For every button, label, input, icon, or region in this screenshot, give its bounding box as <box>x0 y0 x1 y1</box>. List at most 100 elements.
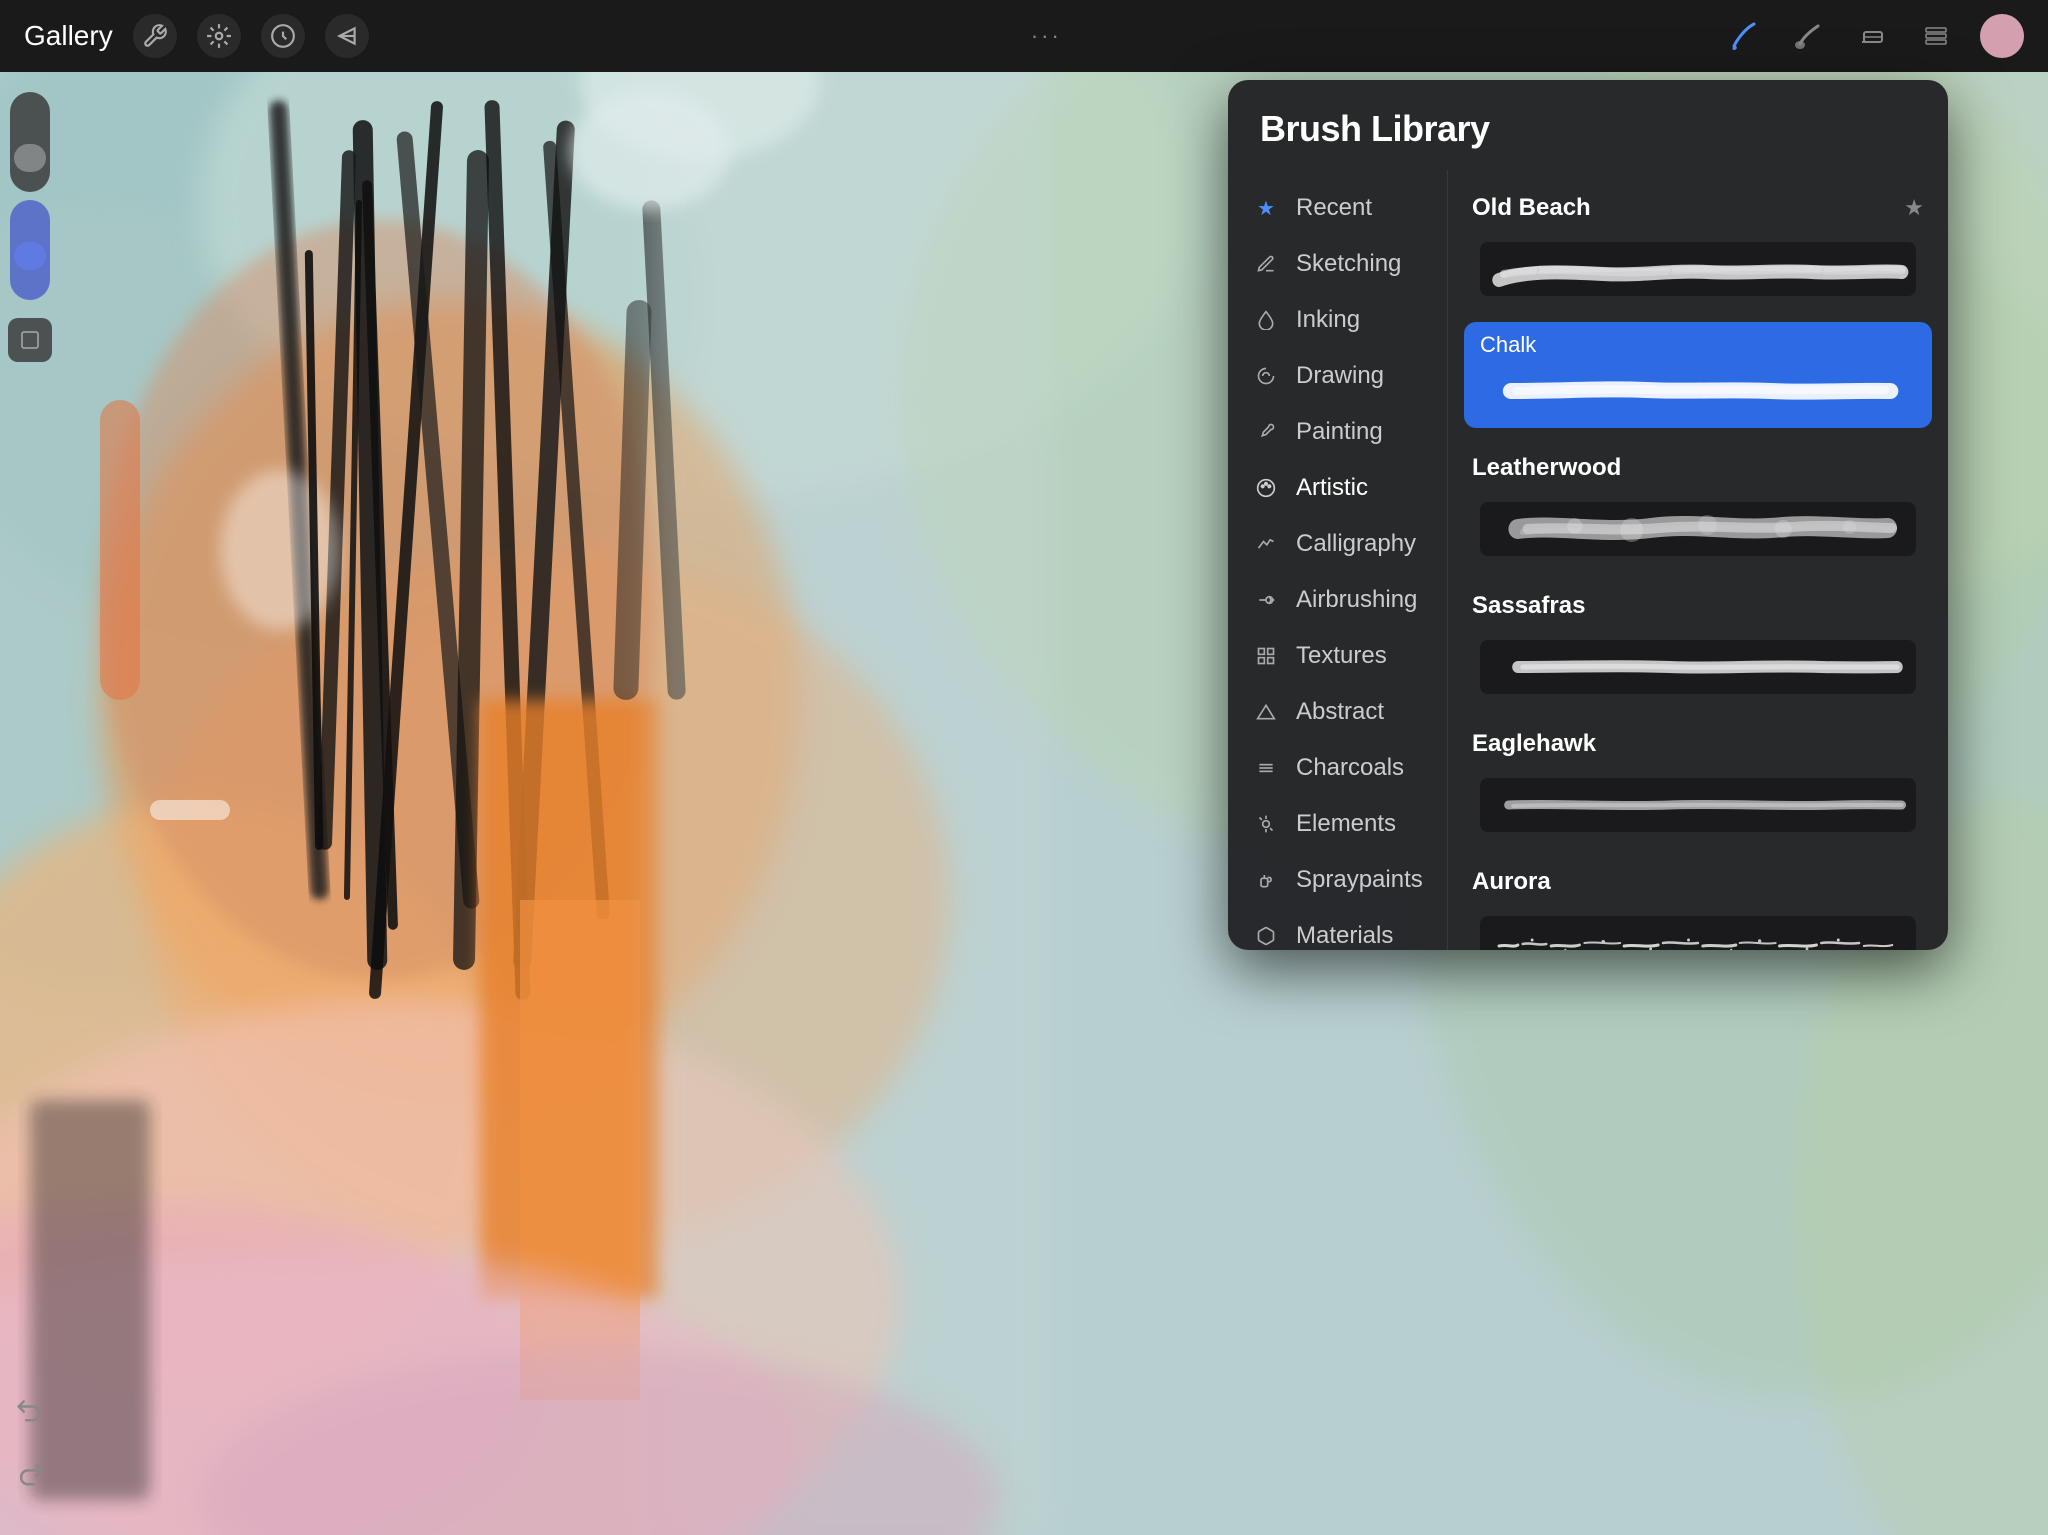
palette-icon <box>1252 474 1280 502</box>
star-icon: ★ <box>1252 194 1280 222</box>
category-item-charcoals[interactable]: Charcoals <box>1228 740 1447 796</box>
brush-section-aurora: Aurora <box>1448 852 1948 950</box>
brush-item-sassafras[interactable] <box>1448 624 1948 710</box>
brush-library-panel: Brush Library ★ Recent Sketching <box>1228 80 1948 950</box>
redo-button[interactable] <box>8 1451 52 1495</box>
undo-button[interactable] <box>8 1387 52 1431</box>
wrench-icon[interactable] <box>133 14 177 58</box>
brush-section-header-aurora: Aurora <box>1448 852 1948 900</box>
category-label-abstract: Abstract <box>1296 698 1384 726</box>
brush-section-header-old-beach: Old Beach ★ <box>1448 178 1948 226</box>
brush-section-old-beach: Old Beach ★ <box>1448 178 1948 312</box>
brush-list: Old Beach ★ <box>1448 170 1948 950</box>
category-item-drawing[interactable]: Drawing <box>1228 348 1447 404</box>
spray-icon <box>1252 866 1280 894</box>
category-label-calligraphy: Calligraphy <box>1296 530 1416 558</box>
left-sidebar <box>0 72 60 1535</box>
airbrush-icon <box>1252 586 1280 614</box>
category-list: ★ Recent Sketching Inking <box>1228 170 1448 950</box>
old-beach-star[interactable]: ★ <box>1904 195 1924 221</box>
opacity-slider[interactable] <box>10 200 50 300</box>
brush-section-header-leatherwood: Leatherwood <box>1448 438 1948 486</box>
category-label-drawing: Drawing <box>1296 362 1384 390</box>
category-item-recent[interactable]: ★ Recent <box>1228 180 1447 236</box>
category-label-painting: Painting <box>1296 418 1383 446</box>
brush-section-header-sassafras: Sassafras <box>1448 576 1948 624</box>
leatherwood-title: Leatherwood <box>1472 454 1621 482</box>
charcoal-icon <box>1252 754 1280 782</box>
opacity-slider-container <box>10 200 50 300</box>
category-item-abstract[interactable]: Abstract <box>1228 684 1447 740</box>
brush-item-inner-chalk: Chalk <box>1464 322 1932 428</box>
brush-size-slider-container <box>10 92 50 192</box>
gallery-button[interactable]: Gallery <box>24 20 113 52</box>
category-item-painting[interactable]: Painting <box>1228 404 1447 460</box>
stylize-icon[interactable] <box>261 14 305 58</box>
chalk-name: Chalk <box>1480 332 1916 358</box>
transform-icon[interactable] <box>325 14 369 58</box>
panel-title: Brush Library <box>1260 108 1916 150</box>
topbar-left: Gallery <box>24 14 369 58</box>
category-label-inking: Inking <box>1296 306 1360 334</box>
brush-section-chalk: Chalk <box>1448 316 1948 434</box>
brush-section-leatherwood: Leatherwood <box>1448 438 1948 572</box>
brush-item-inner-eaglehawk <box>1464 768 1932 842</box>
brush-preview-old-beach <box>1480 242 1916 296</box>
color-swatch-button[interactable] <box>8 318 52 362</box>
category-item-elements[interactable]: Elements <box>1228 796 1447 852</box>
textures-icon <box>1252 642 1280 670</box>
topbar-right <box>1724 14 2024 58</box>
category-label-recent: Recent <box>1296 194 1372 222</box>
sassafras-title: Sassafras <box>1472 592 1585 620</box>
brush-item-aurora[interactable] <box>1448 900 1948 950</box>
ink-drop-icon <box>1252 306 1280 334</box>
category-label-charcoals: Charcoals <box>1296 754 1404 782</box>
aurora-title: Aurora <box>1472 868 1551 896</box>
category-label-airbrushing: Airbrushing <box>1296 586 1417 614</box>
brush-item-eaglehawk[interactable] <box>1448 762 1948 848</box>
adjustments-icon[interactable] <box>197 14 241 58</box>
panel-header: Brush Library <box>1228 80 1948 170</box>
user-avatar[interactable] <box>1980 14 2024 58</box>
category-item-materials[interactable]: Materials <box>1228 908 1447 950</box>
category-item-sketching[interactable]: Sketching <box>1228 236 1447 292</box>
more-options-button[interactable]: ··· <box>1031 23 1062 49</box>
category-label-elements: Elements <box>1296 810 1396 838</box>
brush-tool-button[interactable] <box>1724 16 1764 56</box>
category-label-textures: Textures <box>1296 642 1387 670</box>
brush-item-old-beach[interactable] <box>1448 226 1948 312</box>
category-label-spraypaints: Spraypaints <box>1296 866 1423 894</box>
brush-section-header-eaglehawk: Eaglehawk <box>1448 714 1948 762</box>
category-item-calligraphy[interactable]: Calligraphy <box>1228 516 1447 572</box>
brush-item-inner-old-beach <box>1464 232 1932 306</box>
category-label-artistic: Artistic <box>1296 474 1368 502</box>
brush-item-inner-aurora <box>1464 906 1932 950</box>
layers-tool-button[interactable] <box>1916 16 1956 56</box>
category-item-airbrushing[interactable]: Airbrushing <box>1228 572 1447 628</box>
topbar: Gallery ··· <box>0 0 2048 72</box>
brush-item-inner-leatherwood <box>1464 492 1932 566</box>
cube-icon <box>1252 922 1280 950</box>
brush-item-leatherwood[interactable] <box>1448 486 1948 572</box>
brush-section-eaglehawk: Eaglehawk <box>1448 714 1948 848</box>
brush-preview-chalk <box>1480 364 1916 418</box>
eraser-tool-button[interactable] <box>1852 16 1892 56</box>
brush-size-slider[interactable] <box>10 92 50 192</box>
old-beach-title: Old Beach <box>1472 194 1591 222</box>
smudge-tool-button[interactable] <box>1788 16 1828 56</box>
category-label-sketching: Sketching <box>1296 250 1401 278</box>
brush-item-chalk[interactable]: Chalk <box>1448 316 1948 434</box>
category-item-spraypaints[interactable]: Spraypaints <box>1228 852 1447 908</box>
paintbrush-icon <box>1252 418 1280 446</box>
triangle-icon <box>1252 698 1280 726</box>
category-item-artistic[interactable]: Artistic <box>1228 460 1447 516</box>
category-item-textures[interactable]: Textures <box>1228 628 1447 684</box>
category-label-materials: Materials <box>1296 922 1393 950</box>
panel-body: ★ Recent Sketching Inking <box>1228 170 1948 950</box>
brush-section-sassafras: Sassafras <box>1448 576 1948 710</box>
category-item-inking[interactable]: Inking <box>1228 292 1447 348</box>
eaglehawk-title: Eaglehawk <box>1472 730 1596 758</box>
brush-preview-sassafras <box>1480 640 1916 694</box>
elements-icon <box>1252 810 1280 838</box>
brush-item-inner-sassafras <box>1464 630 1932 704</box>
